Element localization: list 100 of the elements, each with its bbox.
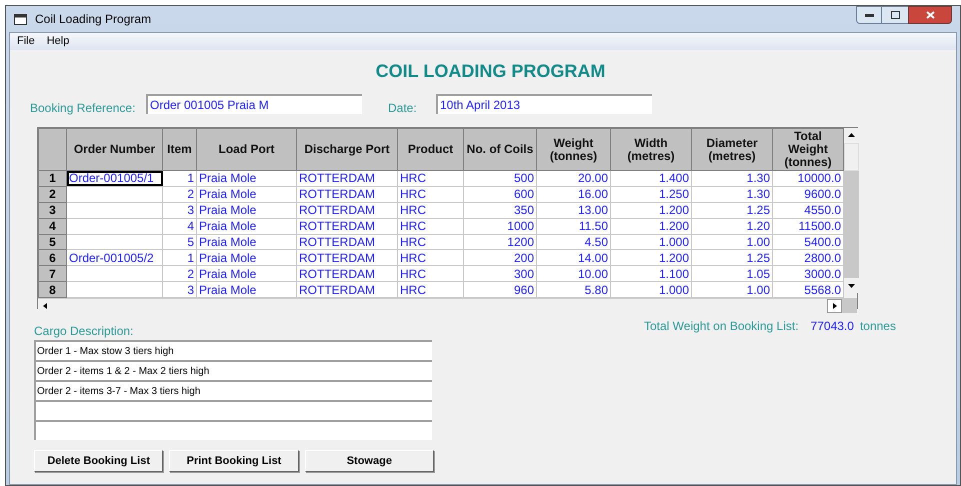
table-cell: 16.00 xyxy=(536,186,610,202)
column-header[interactable]: Total Weight (tonnes) xyxy=(772,128,844,170)
booking-reference-field[interactable]: Order 001005 Praia M xyxy=(146,94,362,114)
row-header[interactable]: 4 xyxy=(38,218,66,234)
column-header[interactable]: Item xyxy=(162,128,196,170)
scroll-right-icon[interactable] xyxy=(827,299,842,314)
table-cell: 3 xyxy=(162,202,196,218)
minimize-icon xyxy=(864,14,874,16)
table-cell: 1.00 xyxy=(692,282,772,298)
column-header[interactable]: Load Port xyxy=(196,128,296,170)
row-header[interactable]: 3 xyxy=(38,202,66,218)
field-label: Date: xyxy=(388,100,418,117)
table-cell: 4.50 xyxy=(536,234,610,250)
table-cell: 300 xyxy=(464,266,536,282)
menu-item[interactable]: Help xyxy=(46,33,70,50)
scroll-up-icon[interactable] xyxy=(844,128,859,143)
table-cell: 3 xyxy=(162,282,196,298)
table-cell: ROTTERDAM xyxy=(296,202,398,218)
table-cell: HRC xyxy=(398,234,464,250)
table-cell: 1.000 xyxy=(610,234,692,250)
table-cell: 1.25 xyxy=(692,250,772,266)
table-cell: 500 xyxy=(464,170,536,186)
field-label: Booking Reference: xyxy=(30,100,136,117)
table-cell: ROTTERDAM xyxy=(296,234,398,250)
table-cell: 10.00 xyxy=(536,266,610,282)
action-button[interactable]: Stowage xyxy=(304,450,434,472)
table-cell: HRC xyxy=(398,282,464,298)
cargo-description-field[interactable]: Order 1 - Max stow 3 tiers high xyxy=(34,340,432,360)
maximize-button[interactable] xyxy=(882,6,908,24)
table-cell: 1.00 xyxy=(692,234,772,250)
table-cell: 960 xyxy=(464,282,536,298)
table-cell: HRC xyxy=(398,186,464,202)
column-header[interactable]: Product xyxy=(398,128,464,170)
table-cell: HRC xyxy=(398,266,464,282)
table-cell: Praia Mole xyxy=(196,202,296,218)
table-cell: Praia Mole xyxy=(196,266,296,282)
column-header[interactable]: Diameter (metres) xyxy=(692,128,772,170)
table-cell: HRC xyxy=(398,250,464,266)
vertical-scrollbar[interactable] xyxy=(844,128,859,293)
table-cell: 9600.0 xyxy=(772,186,844,202)
table-cell: 2 xyxy=(162,266,196,282)
column-header[interactable]: No. of Coils xyxy=(464,128,536,170)
row-header[interactable]: 5 xyxy=(38,234,66,250)
close-button[interactable] xyxy=(908,6,952,24)
table-cell: 4 xyxy=(162,218,196,234)
table-cell: Praia Mole xyxy=(196,186,296,202)
table-cell: HRC xyxy=(398,218,464,234)
field-label: Cargo Description: xyxy=(34,323,134,340)
horizontal-scrollbar[interactable] xyxy=(38,298,842,314)
row-header[interactable]: 6 xyxy=(38,250,66,266)
close-icon xyxy=(926,11,934,19)
row-header[interactable]: 1 xyxy=(38,170,66,186)
row-header[interactable]: 7 xyxy=(38,266,66,282)
table-cell: 20.00 xyxy=(536,170,610,186)
action-button[interactable]: Delete Booking List xyxy=(34,450,164,472)
unit-label: tonnes xyxy=(860,318,896,333)
table-cell: 1.200 xyxy=(610,218,692,234)
table-cell: 1.05 xyxy=(692,266,772,282)
table-cell: 5 xyxy=(162,234,196,250)
cargo-description-field[interactable] xyxy=(34,400,432,420)
cargo-description-field[interactable] xyxy=(34,420,432,440)
table-cell: 5568.0 xyxy=(772,282,844,298)
scrollbar-thumb[interactable] xyxy=(844,143,859,171)
column-header[interactable]: Width (metres) xyxy=(610,128,692,170)
table-cell: 2800.0 xyxy=(772,250,844,266)
table-cell: ROTTERDAM xyxy=(296,266,398,282)
table-cell: 1.200 xyxy=(610,202,692,218)
date-field[interactable]: 10th April 2013 xyxy=(436,94,652,114)
window-title: Coil Loading Program xyxy=(35,11,152,28)
table-cell: Praia Mole xyxy=(196,170,296,186)
table-cell: Praia Mole xyxy=(196,282,296,298)
table-cell: HRC xyxy=(398,202,464,218)
table-cell: ROTTERDAM xyxy=(296,170,398,186)
column-header[interactable]: Order Number xyxy=(66,128,162,170)
cargo-description-field[interactable]: Order 2 - items 1 & 2 - Max 2 tiers high xyxy=(34,360,432,380)
row-header[interactable]: 8 xyxy=(38,282,66,298)
row-header[interactable]: 2 xyxy=(38,186,66,202)
table-cell: Order-001005/2 xyxy=(66,250,162,266)
table-cell: 1.400 xyxy=(610,170,692,186)
column-header[interactable]: Discharge Port xyxy=(296,128,398,170)
table-cell: ROTTERDAM xyxy=(296,250,398,266)
table-cell: 1200 xyxy=(464,234,536,250)
column-header[interactable]: Weight (tonnes) xyxy=(536,128,610,170)
menu-item[interactable]: File xyxy=(17,33,35,50)
scrollbar-corner xyxy=(842,298,857,314)
table-cell: 1.20 xyxy=(692,218,772,234)
table-cell: 1.25 xyxy=(692,202,772,218)
table-cell: 350 xyxy=(464,202,536,218)
action-button[interactable]: Print Booking List xyxy=(169,450,299,472)
table-cell: 1000 xyxy=(464,218,536,234)
table-cell: 5400.0 xyxy=(772,234,844,250)
minimize-button[interactable] xyxy=(856,6,882,24)
table-cell: 1.30 xyxy=(692,170,772,186)
table-cell: 1 xyxy=(162,170,196,186)
table-cell: 10000.0 xyxy=(772,170,844,186)
table-cell: Praia Mole xyxy=(196,218,296,234)
table-cell: Praia Mole xyxy=(196,250,296,266)
table-cell: ROTTERDAM xyxy=(296,282,398,298)
page-heading: COIL LOADING PROGRAM xyxy=(374,60,606,83)
cargo-description-field[interactable]: Order 2 - items 3-7 - Max 3 tiers high xyxy=(34,380,432,400)
